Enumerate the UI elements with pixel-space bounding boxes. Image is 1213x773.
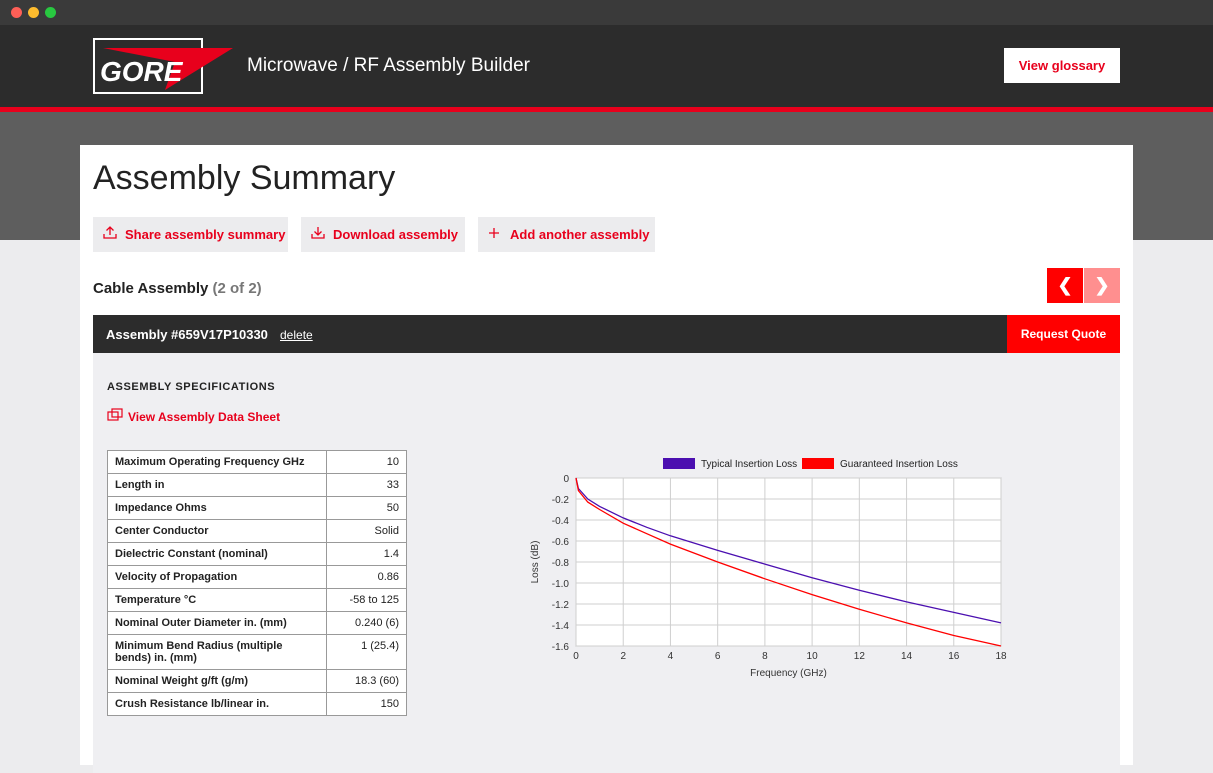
- page-title: Assembly Summary: [93, 159, 396, 197]
- x-tick-label: 0: [573, 651, 579, 662]
- close-window-button[interactable]: [11, 7, 22, 18]
- minimize-window-button[interactable]: [28, 7, 39, 18]
- external-window-icon: [107, 408, 123, 424]
- legend-swatch: [663, 458, 695, 469]
- spec-value: 1 (25.4): [326, 634, 407, 670]
- previous-assembly-button[interactable]: ❮: [1047, 268, 1083, 303]
- table-row: Velocity of Propagation 0.86: [106, 565, 407, 589]
- assembly-panel: ASSEMBLY SPECIFICATIONS View Assembly Da…: [93, 353, 1120, 773]
- y-tick-label: 0: [563, 474, 569, 485]
- y-axis-label: Loss (dB): [530, 541, 541, 584]
- add-assembly-label: Add another assembly: [510, 227, 650, 242]
- x-tick-label: 10: [807, 651, 819, 662]
- spec-value: 0.86: [326, 565, 407, 589]
- y-tick-label: -0.2: [552, 495, 570, 506]
- spec-value: 1.4: [326, 542, 407, 566]
- request-quote-button[interactable]: Request Quote: [1007, 315, 1120, 353]
- table-row: Center Conductor Solid: [106, 519, 407, 543]
- spec-label: Impedance Ohms: [106, 496, 328, 520]
- spec-label: Temperature °C: [106, 588, 328, 612]
- spec-value: -58 to 125: [326, 588, 407, 612]
- legend-label: Guaranteed Insertion Loss: [840, 459, 958, 470]
- add-assembly-button[interactable]: Add another assembly: [478, 217, 655, 252]
- y-tick-label: -0.8: [552, 558, 570, 569]
- download-icon: [311, 217, 327, 252]
- app-header: GORE Microwave / RF Assembly Builder Vie…: [0, 25, 1213, 107]
- spec-label: Length in: [106, 473, 328, 497]
- main-content: Assembly Summary Share assembly summary …: [80, 145, 1133, 773]
- y-tick-label: -0.6: [552, 537, 570, 548]
- logo-text: GORE: [100, 56, 184, 87]
- spec-value: 10: [326, 450, 407, 474]
- chevron-right-icon: ❯: [1094, 275, 1110, 295]
- download-assembly-label: Download assembly: [333, 227, 458, 242]
- assembly-header-bar: Assembly #659V17P10330 delete Request Qu…: [93, 315, 1120, 353]
- spec-value: 33: [326, 473, 407, 497]
- y-tick-label: -1.4: [552, 621, 570, 632]
- plus-icon: [488, 217, 504, 252]
- spec-value: 0.240 (6): [326, 611, 407, 635]
- gore-logo[interactable]: GORE: [93, 38, 233, 94]
- delete-assembly-link[interactable]: delete: [280, 328, 313, 342]
- window-titlebar: [0, 0, 1213, 25]
- app-title: Microwave / RF Assembly Builder: [247, 55, 530, 76]
- upload-icon: [103, 217, 119, 252]
- section-title-text: Cable Assembly: [93, 280, 209, 297]
- legend-swatch: [802, 458, 834, 469]
- x-tick-label: 14: [901, 651, 913, 662]
- x-axis-label: Frequency (GHz): [750, 668, 827, 679]
- x-tick-label: 12: [854, 651, 866, 662]
- share-assembly-label: Share assembly summary: [125, 227, 286, 242]
- spec-value: 18.3 (60): [326, 669, 407, 693]
- x-tick-label: 16: [948, 651, 960, 662]
- table-row: Dielectric Constant (nominal) 1.4: [106, 542, 407, 566]
- table-row: Crush Resistance lb/linear in. 150: [106, 692, 407, 716]
- y-tick-label: -1.6: [552, 642, 570, 653]
- spec-label: Minimum Bend Radius (multiple bends) in.…: [106, 634, 328, 670]
- view-glossary-button[interactable]: View glossary: [1004, 48, 1120, 83]
- spec-value: Solid: [326, 519, 407, 543]
- spec-label: Nominal Weight g/ft (g/m): [106, 669, 328, 693]
- table-row: Impedance Ohms 50: [106, 496, 407, 520]
- spec-label: Dielectric Constant (nominal): [106, 542, 328, 566]
- x-tick-label: 18: [995, 651, 1007, 662]
- x-tick-label: 4: [668, 651, 674, 662]
- spec-label: Center Conductor: [106, 519, 328, 543]
- table-row: Nominal Outer Diameter in. (mm) 0.240 (6): [106, 611, 407, 635]
- spec-label: Crush Resistance lb/linear in.: [106, 692, 328, 716]
- view-data-sheet-label: View Assembly Data Sheet: [128, 410, 281, 424]
- spec-value: 50: [326, 496, 407, 520]
- table-row: Temperature °C -58 to 125: [106, 588, 407, 612]
- maximize-window-button[interactable]: [45, 7, 56, 18]
- legend-label: Typical Insertion Loss: [701, 459, 797, 470]
- download-assembly-button[interactable]: Download assembly: [301, 217, 465, 252]
- y-tick-label: -1.2: [552, 600, 570, 611]
- spec-label: Maximum Operating Frequency GHz: [106, 450, 328, 474]
- table-row: Minimum Bend Radius (multiple bends) in.…: [106, 634, 407, 670]
- section-title: Cable Assembly (2 of 2): [93, 280, 262, 297]
- x-tick-label: 2: [620, 651, 626, 662]
- y-tick-label: -0.4: [552, 516, 570, 527]
- specifications-table: Maximum Operating Frequency GHz 10 Length …: [106, 450, 407, 716]
- specifications-heading: ASSEMBLY SPECIFICATIONS: [107, 381, 276, 393]
- view-data-sheet-link[interactable]: View Assembly Data Sheet: [107, 408, 280, 424]
- x-tick-label: 8: [762, 651, 768, 662]
- table-row: Maximum Operating Frequency GHz 10: [106, 450, 407, 474]
- next-assembly-button[interactable]: ❯: [1084, 268, 1120, 303]
- x-tick-label: 6: [715, 651, 721, 662]
- table-row: Nominal Weight g/ft (g/m) 18.3 (60): [106, 669, 407, 693]
- assembly-title: Assembly #659V17P10330: [106, 327, 268, 342]
- spec-value: 150: [326, 692, 407, 716]
- insertion-loss-chart: 0 2 4 6 8 10 12 14 16 18 0 -0.2 -0.4 -0.6 -0.8 -1.0 -1.2…: [530, 458, 1007, 679]
- chevron-left-icon: ❮: [1057, 275, 1073, 295]
- spec-label: Velocity of Propagation: [106, 565, 328, 589]
- share-assembly-button[interactable]: Share assembly summary: [93, 217, 288, 252]
- y-tick-label: -1.0: [552, 579, 570, 590]
- assembly-count: (2 of 2): [212, 280, 262, 297]
- table-row: Length in 33: [106, 473, 407, 497]
- spec-label: Nominal Outer Diameter in. (mm): [106, 611, 328, 635]
